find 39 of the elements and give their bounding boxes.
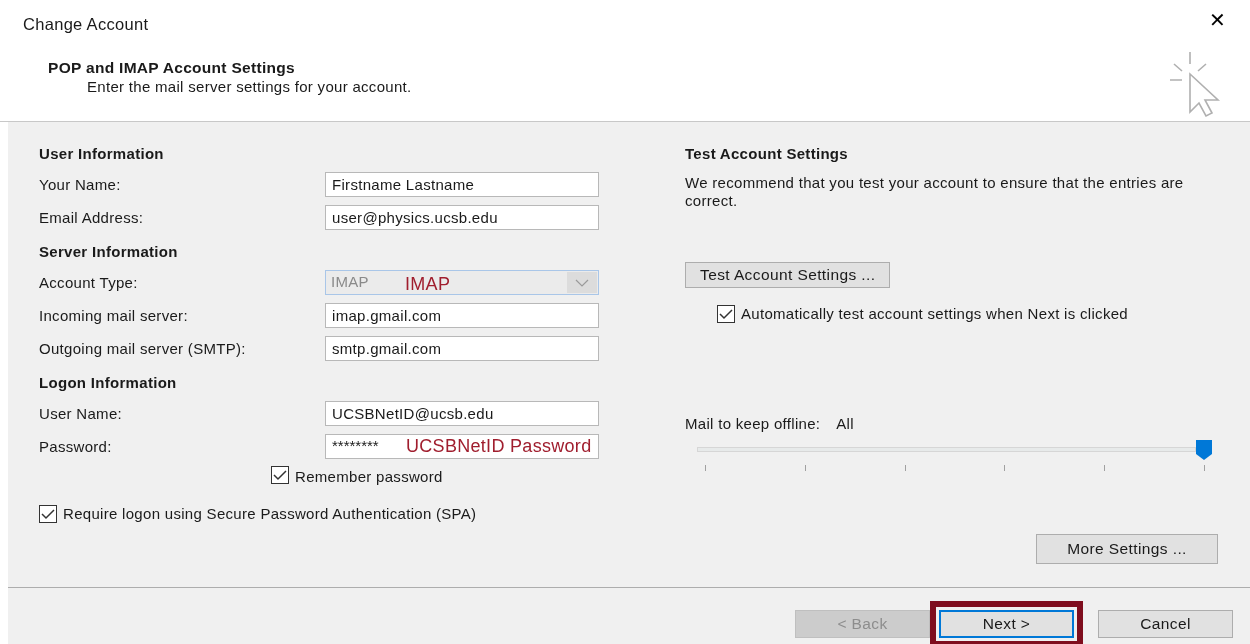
section-heading: Server Information bbox=[39, 242, 179, 262]
checkbox-label: Remember password bbox=[295, 467, 443, 487]
annotation-text: IMAP bbox=[405, 273, 451, 296]
password-field[interactable]: ******** bbox=[326, 435, 406, 458]
footer-button[interactable]: Cancel bbox=[1098, 610, 1233, 638]
slider-thumb[interactable] bbox=[1196, 439, 1212, 460]
field-label: Outgoing mail server (SMTP): bbox=[39, 339, 247, 359]
input-field[interactable]: UCSBNetID@ucsb.edu bbox=[325, 401, 599, 426]
window-title: Change Account bbox=[23, 14, 149, 35]
field-label: Password: bbox=[39, 437, 113, 457]
checkbox-label: Require logon using Secure Password Authentication (SPA) bbox=[63, 504, 478, 523]
page-title: POP and IMAP Account Settings bbox=[48, 58, 295, 78]
more-settings-button[interactable]: More Settings ... bbox=[1036, 534, 1218, 564]
password-box[interactable]: ******** UCSBNetID Password bbox=[325, 434, 599, 459]
slider-value: All bbox=[836, 414, 854, 434]
field-label: Email Address: bbox=[39, 208, 145, 228]
close-button[interactable]: ✕ bbox=[1205, 8, 1230, 32]
slider-label: Mail to keep offline: bbox=[685, 414, 821, 434]
section-heading: Logon Information bbox=[39, 373, 178, 393]
input-field[interactable]: smtp.gmail.com bbox=[325, 336, 599, 361]
footer-button[interactable]: Next > bbox=[939, 610, 1074, 638]
section-heading: Test Account Settings bbox=[685, 144, 849, 164]
annotation-text: UCSBNetID Password bbox=[406, 435, 592, 458]
input-field[interactable]: imap.gmail.com bbox=[325, 303, 599, 328]
checkbox[interactable] bbox=[271, 466, 289, 484]
checkbox-label: Automatically test account settings when Next is clicked bbox=[741, 305, 1129, 323]
field-label: Your Name: bbox=[39, 175, 122, 195]
test-account-settings-button[interactable]: Test Account Settings ... bbox=[685, 262, 891, 288]
input-field[interactable]: user@physics.ucsb.edu bbox=[325, 205, 599, 230]
section-heading: User Information bbox=[39, 144, 165, 164]
field-label: Account Type: bbox=[39, 273, 139, 293]
field-label: Incoming mail server: bbox=[39, 306, 189, 326]
checkbox[interactable] bbox=[39, 504, 57, 523]
description-text: We recommend that you test your account to ensure that the entries are correct. bbox=[685, 174, 1185, 210]
input-field[interactable]: Firstname Lastname bbox=[325, 172, 599, 197]
chevron-down-icon bbox=[567, 272, 597, 293]
checkbox[interactable] bbox=[717, 305, 735, 323]
field-label: User Name: bbox=[39, 404, 124, 424]
page-subtitle: Enter the mail server settings for your account. bbox=[87, 77, 412, 97]
